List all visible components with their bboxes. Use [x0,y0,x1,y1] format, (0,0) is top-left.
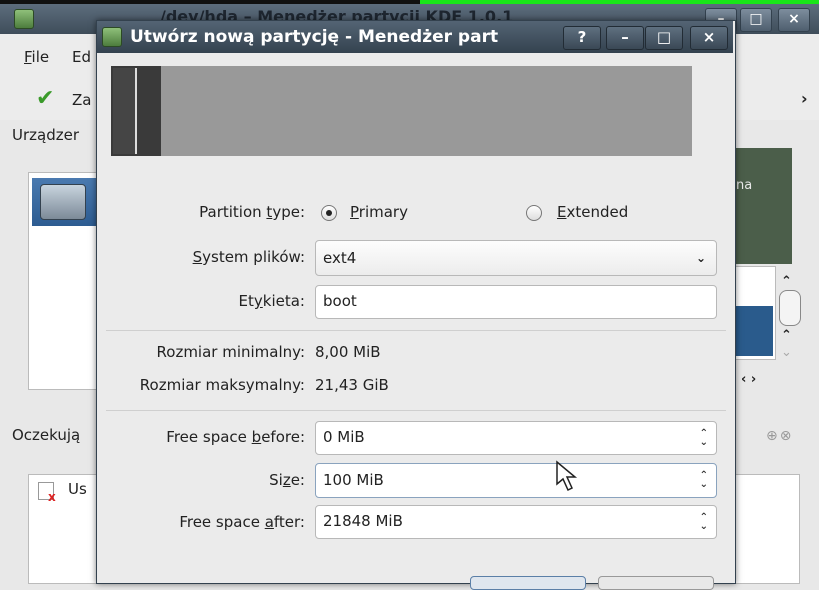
min-size-value: 8,00 MiB [315,343,381,361]
radio-selected-dot [326,210,332,216]
scroll-up-arrow-icon[interactable]: ⌃ [781,328,792,343]
filesystem-label: System plików: [192,248,305,266]
filesystem-select-value: ext4 [323,249,357,267]
apply-button-label[interactable]: Za [72,91,91,109]
scroll-up-arrow-icon[interactable]: ⌃ [781,274,792,289]
pending-operations-title: Oczekują [12,426,81,444]
free-after-spinbox[interactable]: 21848 MiB ⌃ ⌄ [315,505,717,539]
devices-panel-title: Urządzer [12,126,80,144]
spin-arrows-icon[interactable]: ⌃ ⌄ [700,471,708,490]
main-close-button[interactable]: × [778,8,810,32]
extended-radio-label[interactable]: Extended [557,203,628,221]
size-value: 100 MiB [323,471,384,489]
filesystem-select[interactable]: ext4 ⌄ [315,240,717,276]
min-size-label: Rozmiar minimalny: [156,343,305,361]
ok-button[interactable] [470,576,586,590]
checkmark-icon[interactable]: ✔ [36,86,54,111]
menu-edit[interactable]: Ed [72,48,91,66]
partition-table-row-selected[interactable] [735,306,773,356]
label-field-label: Etykieta: [238,292,305,310]
hard-disk-icon [40,184,86,220]
chevron-down-icon: ⌄ [695,251,706,265]
dialog-maximize-button[interactable]: □ [645,26,683,50]
toolbar-overflow-arrow-icon[interactable]: › [801,89,808,108]
scrollbar-handle[interactable] [779,290,801,326]
pending-operation-item[interactable]: Us [68,480,87,498]
extended-radio[interactable] [526,205,542,221]
label-input[interactable]: boot [315,285,717,319]
app-icon [14,9,34,29]
menu-file[interactable]: File [24,48,49,66]
dialog-help-button[interactable]: ? [563,26,601,50]
scroll-down-arrow-icon[interactable]: ⌄ [781,345,792,360]
dialog-close-button[interactable]: × [690,26,728,50]
separator [106,410,726,411]
size-label: Size: [269,471,305,489]
partition-map-text: na [736,178,753,193]
free-before-spinbox[interactable]: 0 MiB ⌃ ⌄ [315,421,717,455]
partition-map-block[interactable]: na [734,148,792,264]
main-maximize-button[interactable]: □ [740,8,772,32]
free-before-value: 0 MiB [323,428,365,446]
delete-x-icon: x [48,490,56,504]
partition-graph[interactable] [111,66,692,156]
spin-arrows-icon[interactable]: ⌃ ⌄ [700,513,708,532]
dialog-title: Utwórz nową partycję - Menedżer part [130,27,499,47]
primary-radio-label[interactable]: Primary [350,203,408,221]
size-spinbox[interactable]: 100 MiB ⌃ ⌄ [315,463,717,498]
mouse-cursor-icon [556,460,578,492]
cancel-button[interactable] [598,576,714,590]
horizontal-scroll-arrows-icon[interactable]: ‹ › [741,372,756,387]
free-before-label: Free space before: [166,428,305,446]
primary-radio[interactable] [321,205,337,221]
max-size-label: Rozmiar maksymalny: [139,376,305,394]
free-after-value: 21848 MiB [323,512,403,530]
separator [106,330,726,331]
dialog-app-icon [102,27,122,47]
max-size-value: 21,43 GiB [315,376,389,394]
free-after-label: Free space after: [179,513,305,531]
partition-type-label: Partition type: [199,203,305,221]
spin-arrows-icon[interactable]: ⌃ ⌄ [700,429,708,448]
panel-float-close-icons[interactable]: ⊕⊗ [766,428,793,444]
partition-graph-new-partition-inner [113,68,137,154]
dialog-minimize-button[interactable]: – [606,26,644,50]
